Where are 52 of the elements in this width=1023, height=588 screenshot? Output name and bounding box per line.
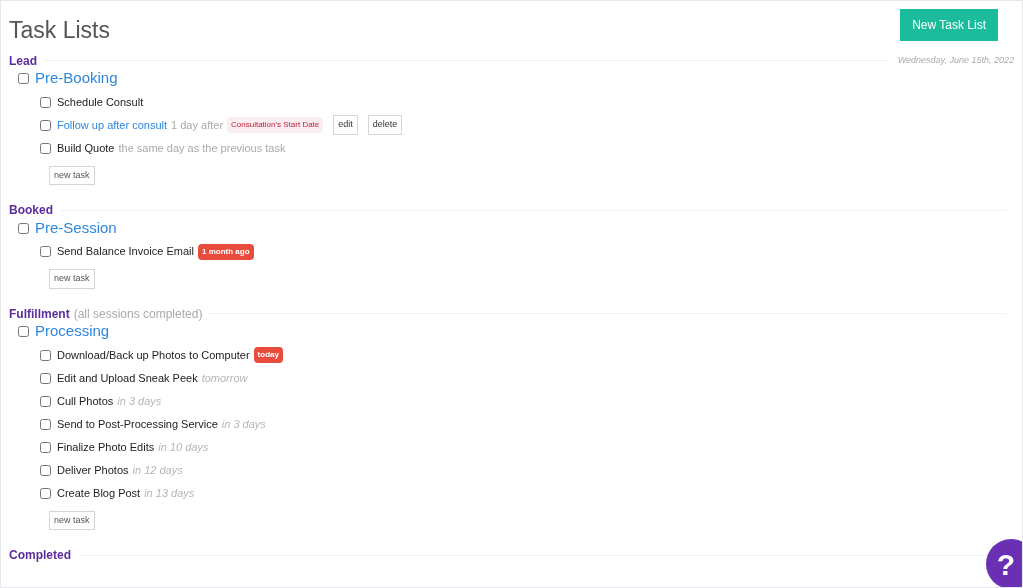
checkbox[interactable] <box>40 246 51 257</box>
stage-heading: Booked <box>9 202 53 219</box>
due-note: in 12 days <box>132 462 183 478</box>
action-button[interactable]: edit <box>333 115 358 135</box>
task-link[interactable]: Follow up after consult <box>57 116 168 134</box>
due-badge: Consultation's Start Date <box>227 117 324 133</box>
date-label: Wednesday, June 15th, 2022 <box>897 53 1014 67</box>
due-note: 1 day after <box>171 117 224 133</box>
checkbox[interactable] <box>18 222 29 234</box>
due-badge: 1 month ago <box>197 243 254 260</box>
task-title: Schedule Consult <box>57 94 144 110</box>
task-list-title[interactable]: Pre-Booking <box>35 67 118 90</box>
checkbox[interactable] <box>40 487 51 499</box>
due-note: the same day as the previous task <box>118 140 286 156</box>
checkbox[interactable] <box>18 73 29 84</box>
stage-heading: Completed <box>9 547 71 564</box>
checkbox[interactable] <box>40 418 51 430</box>
stage-heading: Fulfillment <box>9 305 70 323</box>
task-title: Send to Post-Processing Service <box>57 416 218 432</box>
checkbox[interactable] <box>40 142 51 154</box>
task-list-title[interactable]: Pre-Session <box>35 216 117 240</box>
checkbox[interactable] <box>40 464 51 476</box>
new-task-button[interactable]: new task <box>49 510 95 530</box>
task-title: Cull Photos <box>57 393 114 409</box>
new-task-button[interactable]: new task <box>49 269 95 289</box>
task-title: Send Balance Invoice Email <box>57 244 194 260</box>
new-task-button[interactable]: new task <box>49 165 95 185</box>
due-note: in 3 days <box>117 393 162 409</box>
task-title: Create Blog Post <box>57 485 141 501</box>
checkbox[interactable] <box>40 395 51 407</box>
action-button[interactable]: delete <box>367 115 403 135</box>
task-list-title[interactable]: Processing <box>35 320 110 343</box>
checkbox[interactable] <box>40 119 51 131</box>
stage-heading: Lead <box>9 52 37 70</box>
due-note: in 10 days <box>158 439 209 455</box>
due-note: in 13 days <box>144 485 195 501</box>
due-note: tomorrow <box>201 370 248 386</box>
task-title: Deliver Photos <box>57 462 129 478</box>
due-badge: today <box>253 347 283 363</box>
checkbox[interactable] <box>40 96 51 108</box>
due-note: in 3 days <box>221 416 266 432</box>
checkbox[interactable] <box>40 349 51 361</box>
task-title: Finalize Photo Edits <box>57 439 155 455</box>
task-title: Edit and Upload Sneak Peek <box>57 370 198 386</box>
task-title: Download/Back up Photos to Computer <box>57 347 250 363</box>
checkbox[interactable] <box>40 441 51 453</box>
checkbox[interactable] <box>40 372 51 384</box>
help-button[interactable]: ? <box>986 539 1022 587</box>
stage-note: (all sessions completed) <box>73 305 203 323</box>
task-title: Build Quote <box>57 140 115 156</box>
page-title: Task Lists <box>9 16 110 45</box>
checkbox[interactable] <box>18 326 29 337</box>
